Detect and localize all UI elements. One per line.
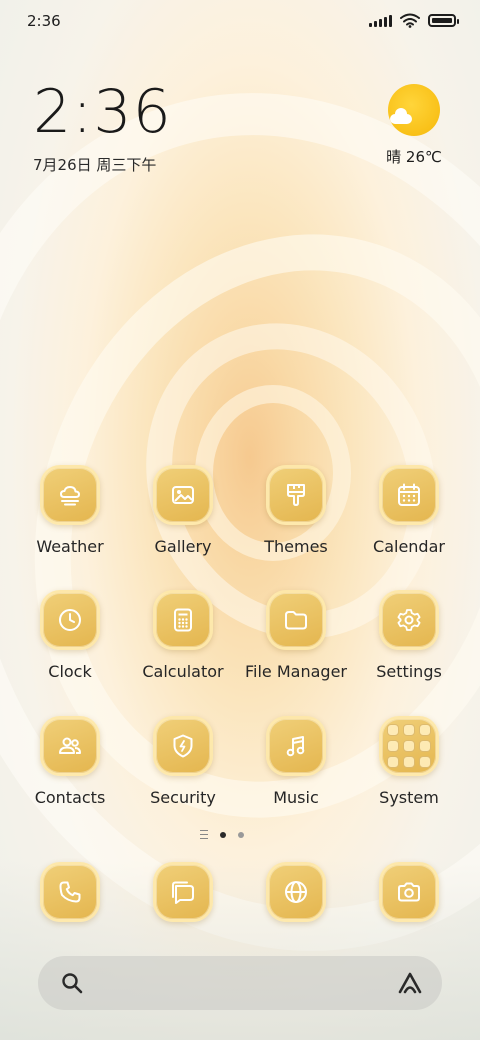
app-file-manager[interactable]: File Manager	[240, 590, 352, 681]
weather-widget[interactable]: 晴 26℃	[384, 84, 444, 167]
app-label: Gallery	[154, 537, 212, 556]
search-bar[interactable]	[38, 956, 442, 1010]
app-label: File Manager	[245, 662, 347, 681]
app-label: Clock	[48, 662, 92, 681]
phone-icon	[40, 862, 100, 922]
gear-icon	[379, 590, 439, 650]
widget-time: 2:36	[33, 77, 172, 147]
app-system-folder[interactable]: System	[353, 716, 465, 807]
folder-grid-icon	[379, 716, 439, 776]
camera-icon	[379, 862, 439, 922]
weather-icon	[40, 465, 100, 525]
dock-camera[interactable]	[353, 862, 465, 922]
app-label: Calendar	[373, 537, 445, 556]
clock-widget[interactable]: 2:36 7月26日 周三下午	[33, 76, 172, 175]
app-label: Security	[150, 788, 216, 807]
dock-messages[interactable]	[127, 862, 239, 922]
app-drawer-lines-icon	[200, 830, 208, 839]
app-contacts[interactable]: Contacts	[14, 716, 126, 807]
status-time: 2:36	[27, 12, 61, 30]
app-security[interactable]: Security	[127, 716, 239, 807]
app-settings[interactable]: Settings	[353, 590, 465, 681]
calculator-icon	[153, 590, 213, 650]
weather-condition-temp: 晴 26℃	[386, 148, 442, 166]
app-label: Weather	[36, 537, 104, 556]
app-label: System	[379, 788, 439, 807]
signal-icon	[369, 14, 392, 27]
battery-icon	[428, 14, 459, 27]
app-weather[interactable]: Weather	[14, 465, 126, 556]
widget-date: 7月26日 周三下午	[33, 156, 157, 174]
themes-icon	[266, 465, 326, 525]
app-clock[interactable]: Clock	[14, 590, 126, 681]
app-label: Calculator	[142, 662, 224, 681]
clock-icon	[40, 590, 100, 650]
assistant-icon[interactable]	[396, 970, 424, 996]
app-label: Settings	[376, 662, 442, 681]
search-icon	[62, 973, 83, 994]
dock-browser[interactable]	[240, 862, 352, 922]
app-music[interactable]: Music	[240, 716, 352, 807]
calendar-icon	[379, 465, 439, 525]
status-bar: 2:36	[0, 0, 480, 42]
app-calendar[interactable]: Calendar	[353, 465, 465, 556]
app-themes[interactable]: Themes	[240, 465, 352, 556]
globe-icon	[266, 862, 326, 922]
page-indicator[interactable]	[200, 830, 244, 839]
contacts-icon	[40, 716, 100, 776]
gallery-icon	[153, 465, 213, 525]
messages-icon	[153, 862, 213, 922]
music-icon	[266, 716, 326, 776]
wifi-icon	[400, 13, 420, 28]
page-dot	[238, 831, 244, 838]
app-label: Music	[273, 788, 319, 807]
status-icons	[369, 13, 459, 28]
dock-phone[interactable]	[14, 862, 126, 922]
app-calculator[interactable]: Calculator	[127, 590, 239, 681]
app-gallery[interactable]: Gallery	[127, 465, 239, 556]
shield-icon	[153, 716, 213, 776]
sunny-weather-icon	[388, 84, 440, 136]
app-label: Contacts	[34, 788, 106, 807]
folder-icon	[266, 590, 326, 650]
page-dot-active	[220, 831, 226, 838]
app-label: Themes	[264, 537, 328, 556]
